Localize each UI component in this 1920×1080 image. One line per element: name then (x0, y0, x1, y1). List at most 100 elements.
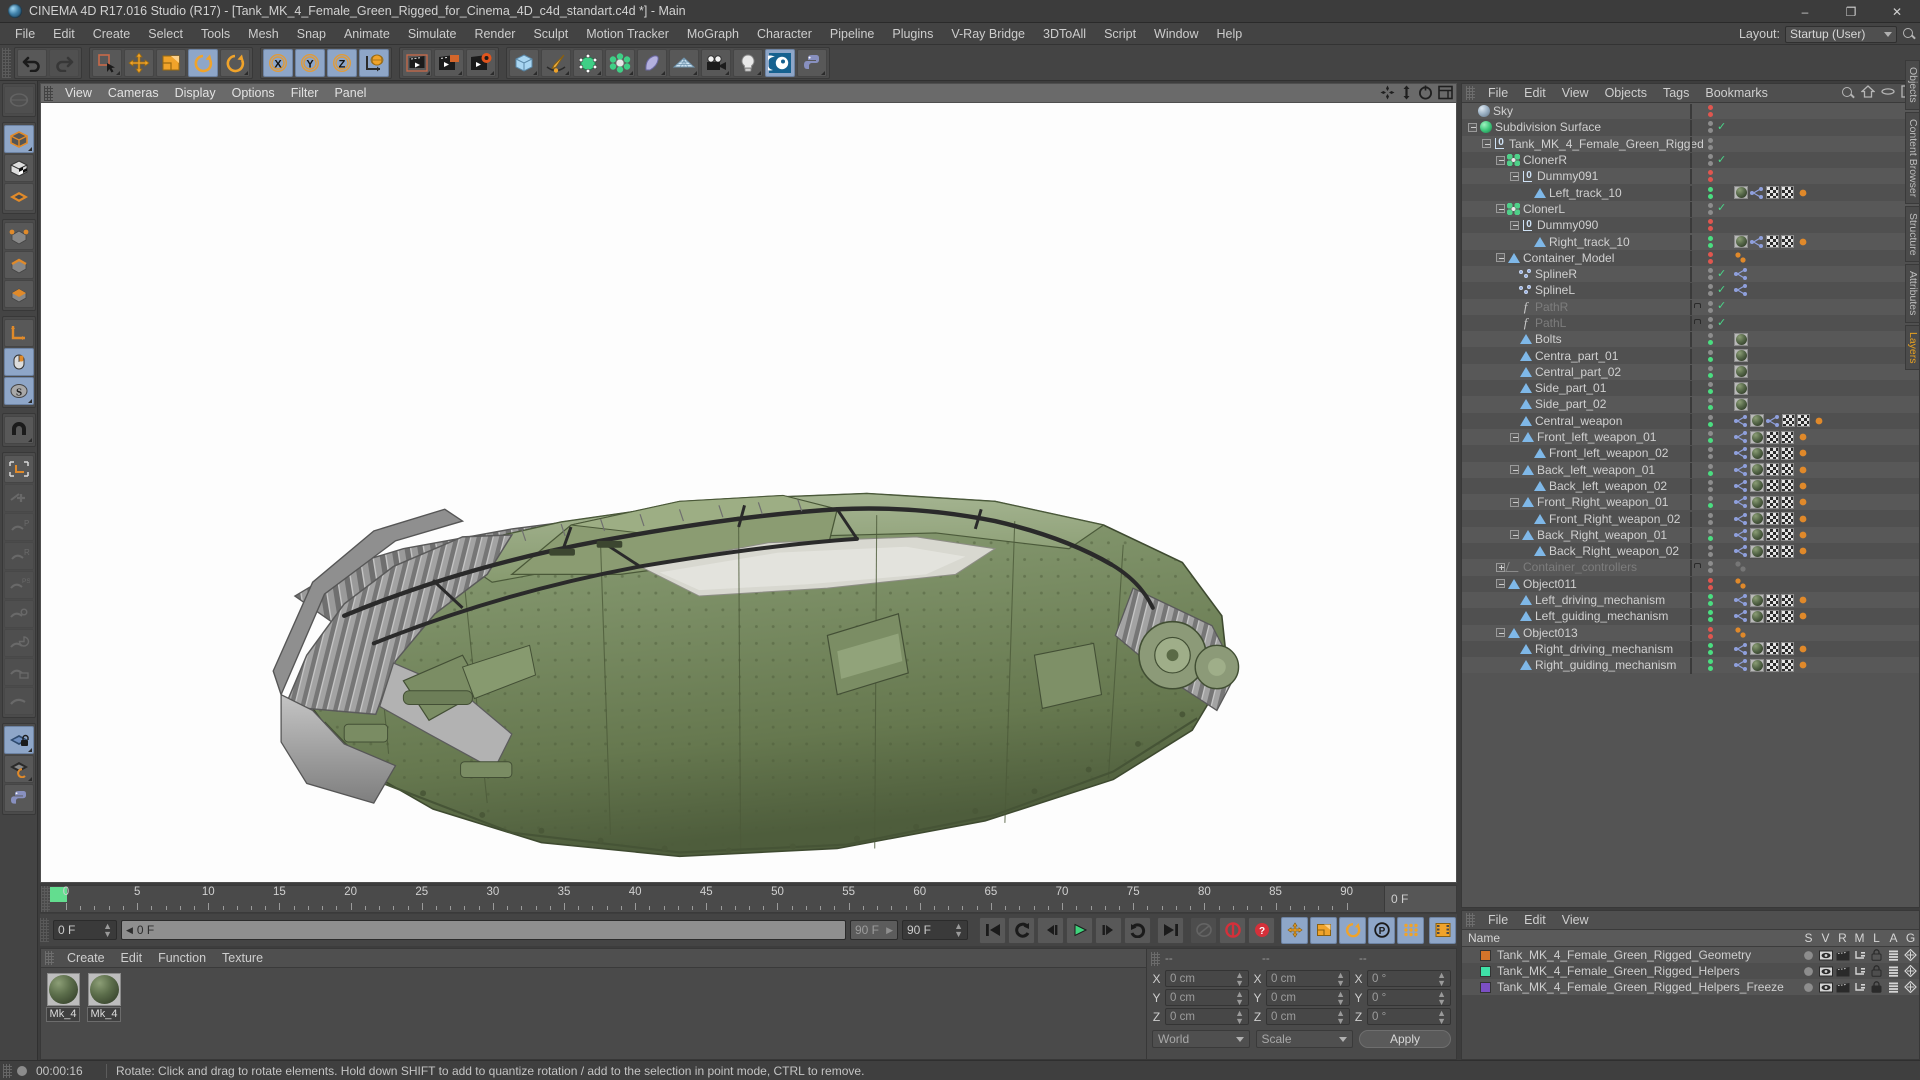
menu-simulate[interactable]: Simulate (399, 23, 466, 45)
collapse-toggle-icon[interactable] (1496, 628, 1505, 638)
minimize-button[interactable]: – (1782, 0, 1828, 23)
object-tree-row[interactable]: Container_controllers (1462, 559, 1919, 577)
enable-axis-button[interactable] (3, 319, 34, 347)
visible-eye-icon[interactable] (1817, 982, 1834, 993)
axis-center-button[interactable] (3, 455, 34, 483)
render-clapper-icon[interactable] (1834, 950, 1851, 961)
selection-tag-icon[interactable] (1781, 593, 1794, 607)
vray-bridge-button[interactable] (765, 48, 795, 77)
collapse-toggle-icon[interactable] (1510, 497, 1519, 507)
side-tab-layers[interactable]: Layers (1905, 324, 1920, 371)
om-menu-objects[interactable]: Objects (1597, 84, 1655, 103)
pan-icon[interactable] (1380, 85, 1395, 103)
menu-snap[interactable]: Snap (288, 23, 335, 45)
selection-tag-icon[interactable] (1766, 235, 1779, 249)
selection-tag-icon[interactable] (1781, 479, 1794, 493)
xpresso-tag-icon[interactable] (1766, 414, 1780, 427)
material-tag-icon[interactable] (1750, 609, 1764, 623)
material-tag-icon[interactable] (1750, 430, 1764, 444)
visibility-dot[interactable] (1708, 137, 1713, 143)
selection-tag-icon[interactable] (1781, 495, 1794, 509)
visibility-dot[interactable] (1708, 519, 1713, 525)
magnet-tool-button[interactable] (3, 416, 34, 444)
visibility-dots[interactable] (1707, 121, 1714, 134)
visibility-dot[interactable] (1708, 496, 1713, 502)
visibility-dot[interactable] (1708, 365, 1713, 371)
selection-tag-icon[interactable] (1797, 414, 1810, 428)
visibility-dot[interactable] (1708, 177, 1713, 183)
enable-check-icon[interactable]: ✓ (1717, 317, 1728, 329)
layer-row[interactable]: Tank_MK_4_Female_Green_Rigged_Helpers_Fr… (1462, 979, 1919, 995)
menu-motion-tracker[interactable]: Motion Tracker (577, 23, 678, 45)
material-item[interactable]: Mk_4 (86, 973, 122, 1022)
visibility-dots[interactable] (1707, 284, 1714, 297)
visibility-dot[interactable] (1708, 486, 1713, 492)
object-tree-row[interactable]: Centra_part_01 (1462, 347, 1919, 365)
visibility-dots[interactable] (1707, 333, 1714, 346)
menu-edit[interactable]: Edit (44, 23, 84, 45)
material-tag-icon[interactable] (1750, 512, 1764, 526)
side-tab-structure[interactable]: Structure (1905, 205, 1920, 263)
viewport-menu-filter[interactable]: Filter (283, 84, 327, 103)
collapse-toggle-icon[interactable] (1496, 204, 1505, 214)
layer-color-swatch[interactable] (1690, 658, 1704, 675)
layer-color-swatch[interactable] (1690, 544, 1704, 561)
layer-color-swatch[interactable] (1690, 153, 1704, 170)
visibility-dots[interactable] (1707, 300, 1714, 313)
render-view-button[interactable] (402, 48, 432, 77)
selection-tag-icon[interactable] (1766, 593, 1779, 607)
visibility-dot[interactable] (1708, 105, 1713, 111)
layer-manager-grip[interactable] (1466, 913, 1475, 927)
layer-row[interactable]: Tank_MK_4_Female_Green_Rigged_Helpers (1462, 963, 1919, 979)
record-active-objects-button[interactable] (1190, 916, 1217, 944)
selection-tag-icon[interactable] (1781, 609, 1794, 623)
visibility-dots[interactable] (1707, 610, 1714, 623)
layer-color-swatch[interactable] (1690, 120, 1704, 137)
object-tree-row[interactable]: Central_part_02 (1462, 363, 1919, 381)
selection-tag-icon[interactable] (1766, 642, 1779, 656)
dolly-icon[interactable] (1400, 85, 1413, 103)
visibility-dot[interactable] (1708, 219, 1713, 225)
layer-color-swatch[interactable] (1690, 136, 1704, 153)
collapse-toggle-icon[interactable] (1510, 530, 1519, 540)
psr-constraint-button[interactable]: PSR (3, 571, 34, 599)
layer-color-swatch[interactable] (1480, 981, 1491, 993)
redo-button[interactable] (49, 48, 79, 77)
play-backwards-button[interactable] (1008, 916, 1035, 944)
visibility-dot[interactable] (1708, 202, 1713, 208)
visibility-dot[interactable] (1708, 349, 1713, 355)
position-z-field[interactable]: 0 cm ▲ ▼ (1165, 1008, 1249, 1025)
viewport-solo-button[interactable] (3, 348, 34, 376)
layer-color-swatch[interactable] (1480, 949, 1491, 961)
visibility-dot[interactable] (1708, 340, 1713, 346)
make-editable-button[interactable] (3, 86, 34, 114)
layer-menu-view[interactable]: View (1554, 911, 1597, 930)
visibility-dots[interactable] (1707, 463, 1714, 476)
viewport-menu-cameras[interactable]: Cameras (100, 84, 167, 103)
layer-color-swatch[interactable] (1690, 576, 1704, 593)
object-tree-row[interactable]: Container_Model (1462, 249, 1919, 267)
visibility-dots[interactable] (1707, 219, 1714, 232)
layer-color-swatch[interactable] (1690, 462, 1704, 479)
world-object-coordinates-button[interactable] (359, 48, 389, 77)
go-to-end-button[interactable] (1157, 916, 1184, 944)
object-tree-row[interactable]: Central_weapon (1462, 412, 1919, 430)
menu-script[interactable]: Script (1095, 23, 1145, 45)
timeline-end-field[interactable]: 0 F (1384, 886, 1456, 912)
layer-color-swatch[interactable] (1690, 609, 1704, 626)
layer-color-swatch[interactable] (1690, 104, 1704, 121)
visibility-dot[interactable] (1708, 235, 1713, 241)
search-icon[interactable] (1841, 86, 1855, 100)
apply-button[interactable]: Apply (1359, 1030, 1451, 1048)
protection-tag-icon[interactable] (1796, 235, 1810, 248)
object-tree-row[interactable]: 0 Tank_MK_4_Female_Green_Rigged (1462, 135, 1919, 153)
selection-tag-icon[interactable] (1781, 642, 1794, 656)
layer-menu-file[interactable]: File (1480, 911, 1516, 930)
om-menu-bookmarks[interactable]: Bookmarks (1697, 84, 1776, 103)
menu-character[interactable]: Character (748, 23, 821, 45)
render-clapper-icon[interactable] (1834, 982, 1851, 993)
object-tree-row[interactable]: Back_left_weapon_01 (1462, 461, 1919, 479)
visibility-dot[interactable] (1708, 666, 1713, 672)
selection-tag-icon[interactable] (1766, 512, 1779, 526)
visible-eye-icon[interactable] (1817, 966, 1834, 977)
